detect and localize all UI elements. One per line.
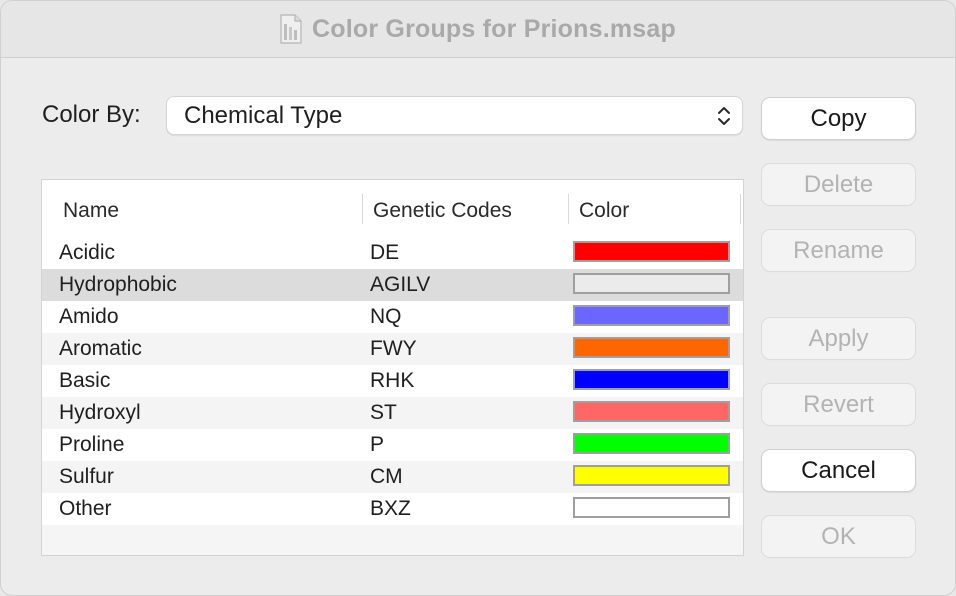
group-name-cell: Hydroxyl [59,401,141,424]
table-row[interactable]: Acidic DE [42,237,743,269]
column-header-genetic-codes[interactable]: Genetic Codes [373,199,512,223]
group-name-cell: Acidic [59,241,116,264]
document-icon [280,14,302,44]
color-swatch[interactable] [573,369,730,390]
group-name-cell: Sulfur [59,465,114,488]
group-name-cell: Proline [59,433,125,456]
genetic-codes-cell: RHK [370,369,415,392]
color-by-value: Chemical Type [184,102,343,129]
genetic-codes-cell: DE [370,241,400,264]
genetic-codes-cell: CM [370,465,403,488]
apply-button[interactable]: Apply [762,318,915,359]
rename-button[interactable]: Rename [762,230,915,271]
color-swatch[interactable] [573,401,730,422]
column-divider[interactable] [362,194,363,224]
column-header-name[interactable]: Name [63,199,119,223]
ok-button[interactable]: OK [762,516,915,557]
column-divider[interactable] [740,194,741,224]
group-name-cell: Hydrophobic [59,273,177,296]
column-header-color[interactable]: Color [579,199,629,223]
color-swatch[interactable] [573,305,730,326]
genetic-codes-cell: FWY [370,337,417,360]
delete-button[interactable]: Delete [762,164,915,205]
color-swatch[interactable] [573,273,730,294]
table-header: Name Genetic Codes Color [42,180,743,238]
window-title: Color Groups for Prions.msap [312,14,676,43]
genetic-codes-cell: ST [370,401,397,424]
genetic-codes-cell: NQ [370,305,402,328]
color-groups-table: Name Genetic Codes Color Acidic DE Hydroph… [41,179,744,556]
color-by-label: Color By: [42,101,141,128]
color-swatch[interactable] [573,465,730,486]
title-bar: Color Groups for Prions.msap [1,1,955,58]
up-down-chevron-icon [718,107,730,125]
color-swatch[interactable] [573,337,730,358]
copy-button[interactable]: Copy [762,98,915,139]
table-row[interactable]: Other BXZ [42,493,743,525]
table-body: Acidic DE Hydrophobic AGILV Amido NQ Aromatic F… [42,237,743,525]
column-divider[interactable] [568,194,569,224]
table-row[interactable]: Amido NQ [42,301,743,333]
color-swatch[interactable] [573,497,730,518]
group-name-cell: Basic [59,369,111,392]
cancel-button[interactable]: Cancel [762,450,915,491]
table-row[interactable]: Sulfur CM [42,461,743,493]
revert-button[interactable]: Revert [762,384,915,425]
genetic-codes-cell: P [370,433,385,456]
color-groups-dialog: Color Groups for Prions.msap Color By: C… [0,0,956,596]
table-row[interactable]: Basic RHK [42,365,743,397]
group-name-cell: Other [59,497,112,520]
table-row[interactable]: Aromatic FWY [42,333,743,365]
color-by-popup[interactable]: Chemical Type [166,96,743,135]
table-row[interactable]: Proline P [42,429,743,461]
table-row[interactable]: Hydroxyl ST [42,397,743,429]
genetic-codes-cell: AGILV [370,273,431,296]
group-name-cell: Aromatic [59,337,142,360]
table-row[interactable]: Hydrophobic AGILV [42,269,743,301]
genetic-codes-cell: BXZ [370,497,411,520]
color-swatch[interactable] [573,241,730,262]
group-name-cell: Amido [59,305,119,328]
color-swatch[interactable] [573,433,730,454]
